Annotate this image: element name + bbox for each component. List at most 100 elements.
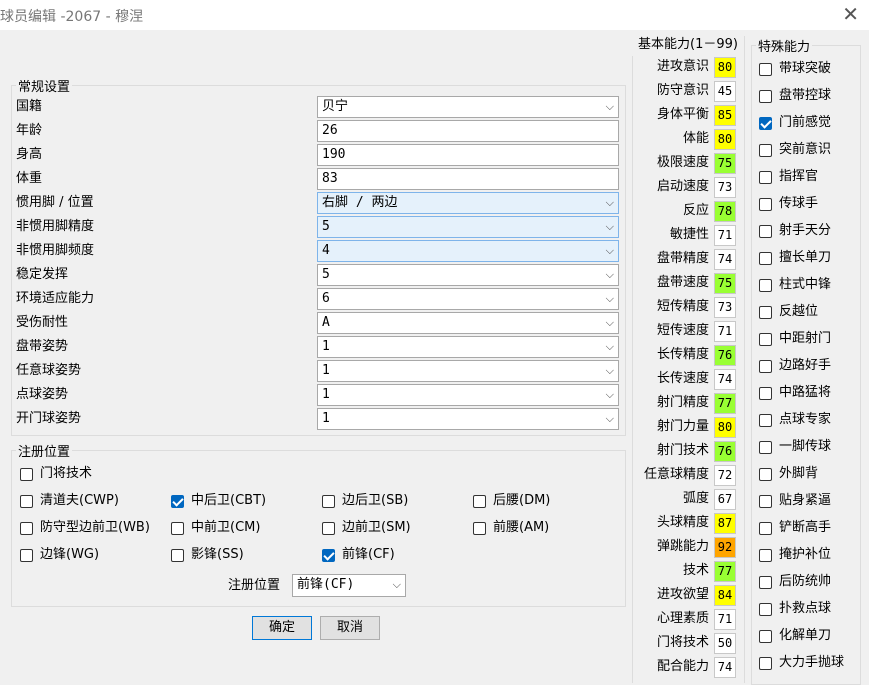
special-ability-checkbox[interactable] [759,441,772,454]
ability-value-input[interactable]: 76 [714,441,736,462]
ability-value-input[interactable]: 74 [714,249,736,270]
special-ability-checkbox[interactable] [759,171,772,184]
setting-select[interactable]: 1 ⌵ [317,360,619,382]
setting-value: 26 [322,123,338,138]
close-icon[interactable]: ✕ [842,2,859,26]
registered-position-select[interactable]: 前锋(CF) ⌵ [292,574,406,597]
special-ability-checkbox[interactable] [759,414,772,427]
special-ability-checkbox[interactable] [759,360,772,373]
setting-select[interactable]: 贝宁 ⌵ [317,96,619,118]
chevron-down-icon: ⌵ [605,412,614,425]
setting-select[interactable]: 5 ⌵ [317,216,619,238]
ability-value-input[interactable]: 45 [714,81,736,102]
ability-value-input[interactable]: 72 [714,465,736,486]
chevron-down-icon: ⌵ [392,578,401,591]
special-ability-checkbox[interactable] [759,63,772,76]
position-label: 后腰(DM) [493,493,551,508]
ability-value-input[interactable]: 78 [714,201,736,222]
position-label: 中后卫(CBT) [191,493,267,508]
special-ability-checkbox[interactable] [759,657,772,670]
position-checkbox[interactable] [473,495,486,508]
special-ability-checkbox[interactable] [759,306,772,319]
ability-value-input[interactable]: 85 [714,105,736,126]
position-checkbox[interactable] [20,522,33,535]
ability-value-input[interactable]: 71 [714,321,736,342]
setting-select[interactable]: 1 ⌵ [317,408,619,430]
special-ability-checkbox[interactable] [759,468,772,481]
setting-select[interactable]: A ⌵ [317,312,619,334]
ability-label: 极限速度 [656,155,709,170]
ability-value-input[interactable]: 75 [714,273,736,294]
special-ability-checkbox[interactable] [759,495,772,508]
ability-value-input[interactable]: 73 [714,177,736,198]
position-checkbox[interactable] [20,468,33,481]
position-checkbox[interactable] [322,549,335,562]
title-bar: 球员编辑 -2067 - 穆涅 ✕ [0,0,869,30]
ability-value-input[interactable]: 76 [714,345,736,366]
position-checkbox[interactable] [171,495,184,508]
chevron-down-icon: ⌵ [605,196,614,209]
ability-value-input[interactable]: 92 [714,537,736,558]
setting-input[interactable]: 83 [317,168,619,190]
setting-select[interactable]: 6 ⌵ [317,288,619,310]
ability-value-input[interactable]: 80 [714,57,736,78]
ability-value-input[interactable]: 87 [714,513,736,534]
setting-select[interactable]: 4 ⌵ [317,240,619,262]
special-ability-checkbox[interactable] [759,549,772,562]
ability-value-input[interactable]: 71 [714,609,736,630]
setting-label: 身高 [16,147,43,162]
special-ability-checkbox[interactable] [759,603,772,616]
special-ability-checkbox[interactable] [759,144,772,157]
special-ability-checkbox[interactable] [759,225,772,238]
special-ability-checkbox[interactable] [759,252,772,265]
ability-label: 任意球精度 [643,467,709,482]
chevron-down-icon: ⌵ [605,340,614,353]
ability-value-input[interactable]: 74 [714,369,736,390]
setting-value: 5 [322,267,330,282]
setting-select[interactable]: 1 ⌵ [317,336,619,358]
ability-value-input[interactable]: 71 [714,225,736,246]
position-label: 门将技术 [40,466,93,481]
ability-value-input[interactable]: 67 [714,489,736,510]
special-ability-checkbox[interactable] [759,630,772,643]
window-title: 球员编辑 -2067 - 穆涅 [0,9,144,25]
ability-value-input[interactable]: 73 [714,297,736,318]
ability-value-input[interactable]: 80 [714,417,736,438]
special-ability-checkbox[interactable] [759,333,772,346]
abilities-divider-right [744,36,745,683]
setting-label: 任意球姿势 [16,363,82,378]
ok-button[interactable]: 确定 [252,616,312,640]
ability-value-input[interactable]: 80 [714,129,736,150]
special-ability-checkbox[interactable] [759,576,772,589]
ability-value-input[interactable]: 77 [714,393,736,414]
special-ability-checkbox[interactable] [759,279,772,292]
ability-label: 弧度 [682,491,709,506]
cancel-button[interactable]: 取消 [320,616,380,640]
special-ability-checkbox[interactable] [759,117,772,130]
position-checkbox[interactable] [473,522,486,535]
setting-select[interactable]: 右脚 / 两边 ⌵ [317,192,619,214]
special-ability-checkbox[interactable] [759,198,772,211]
position-checkbox[interactable] [20,495,33,508]
special-ability-checkbox[interactable] [759,522,772,535]
setting-value: A [322,315,330,330]
special-ability-checkbox[interactable] [759,387,772,400]
position-checkbox[interactable] [20,549,33,562]
position-checkbox[interactable] [322,522,335,535]
position-checkbox[interactable] [322,495,335,508]
setting-input[interactable]: 190 [317,144,619,166]
special-ability-label: 点球专家 [779,412,832,427]
ability-value-input[interactable]: 84 [714,585,736,606]
ability-value-input[interactable]: 74 [714,657,736,678]
special-ability-label: 射手天分 [779,223,832,238]
position-checkbox[interactable] [171,549,184,562]
ability-value-input[interactable]: 75 [714,153,736,174]
setting-select[interactable]: 5 ⌵ [317,264,619,286]
setting-select[interactable]: 1 ⌵ [317,384,619,406]
ability-value-input[interactable]: 50 [714,633,736,654]
setting-value: 1 [322,363,330,378]
setting-input[interactable]: 26 [317,120,619,142]
position-checkbox[interactable] [171,522,184,535]
special-ability-checkbox[interactable] [759,90,772,103]
ability-value-input[interactable]: 77 [714,561,736,582]
